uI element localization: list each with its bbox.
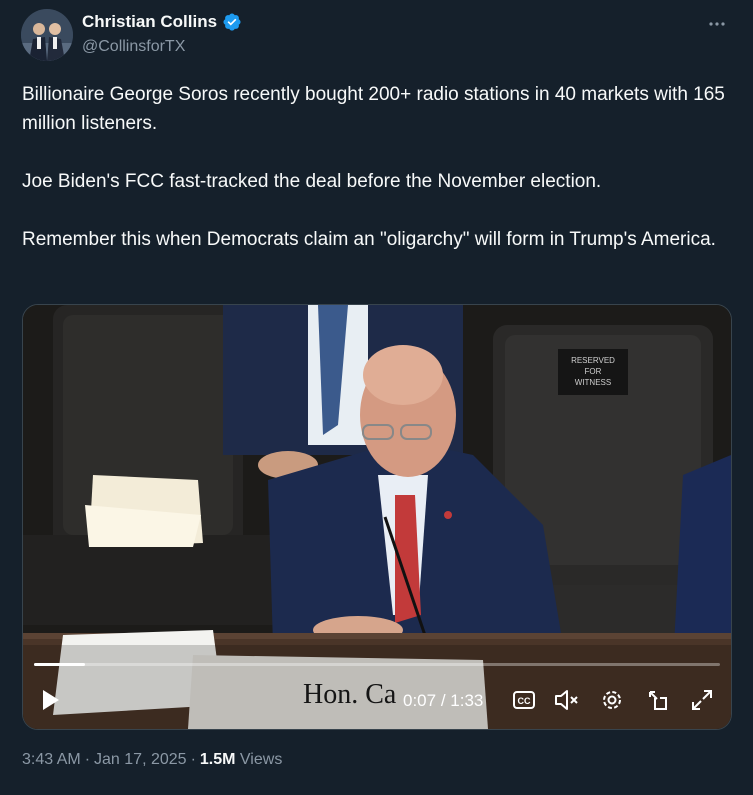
author-handle[interactable]: @CollinsforTX (82, 38, 185, 56)
fullscreen-icon[interactable] (689, 687, 715, 718)
pop-out-icon[interactable] (645, 687, 671, 718)
video-progress-bar[interactable] (34, 663, 720, 666)
tweet-paragraph: Remember this when Democrats claim an "o… (22, 229, 716, 250)
tweet-card: Christian Collins @CollinsforTX Billiona… (0, 0, 753, 795)
video-controls: 0:07 / 1:33 CC (23, 679, 731, 723)
video-current-time: 0:07 (403, 691, 437, 710)
author-name-row: Christian Collins (82, 12, 242, 32)
video-player[interactable]: RESERVED FOR WITNESS Hon. Ca 0:07 / 1:33… (22, 304, 732, 730)
video-progress-fill (34, 663, 86, 666)
tweet-paragraph: Joe Biden's FCC fast-tracked the deal be… (22, 171, 602, 192)
captions-icon[interactable]: CC (511, 687, 537, 718)
svg-text:CC: CC (518, 696, 531, 706)
avatar[interactable] (21, 9, 73, 61)
svg-text:WITNESS: WITNESS (575, 378, 611, 387)
play-icon[interactable] (37, 687, 63, 718)
volume-muted-icon[interactable] (553, 687, 581, 718)
reserved-sign-text: RESERVED (571, 356, 615, 365)
views-count: 1.5M (199, 751, 236, 768)
tweet-text: Billionaire George Soros recently bought… (22, 80, 737, 254)
more-options-icon[interactable] (705, 12, 729, 36)
settings-icon[interactable] (599, 687, 625, 718)
views-label: Views (239, 751, 283, 768)
author-display-name[interactable]: Christian Collins (82, 12, 217, 32)
video-duration: 1:33 (450, 691, 484, 710)
tweet-meta: 3:43 AM · Jan 17, 2025 · 1.5M Views (22, 751, 283, 768)
verified-badge-icon (223, 13, 241, 31)
post-date[interactable]: Jan 17, 2025 (94, 751, 187, 768)
video-time-separator: / (440, 691, 446, 710)
svg-text:FOR: FOR (585, 367, 602, 376)
tweet-paragraph: Billionaire George Soros recently bought… (22, 84, 725, 134)
post-time[interactable]: 3:43 AM (22, 751, 81, 768)
video-time: 0:07 / 1:33 (403, 691, 483, 711)
